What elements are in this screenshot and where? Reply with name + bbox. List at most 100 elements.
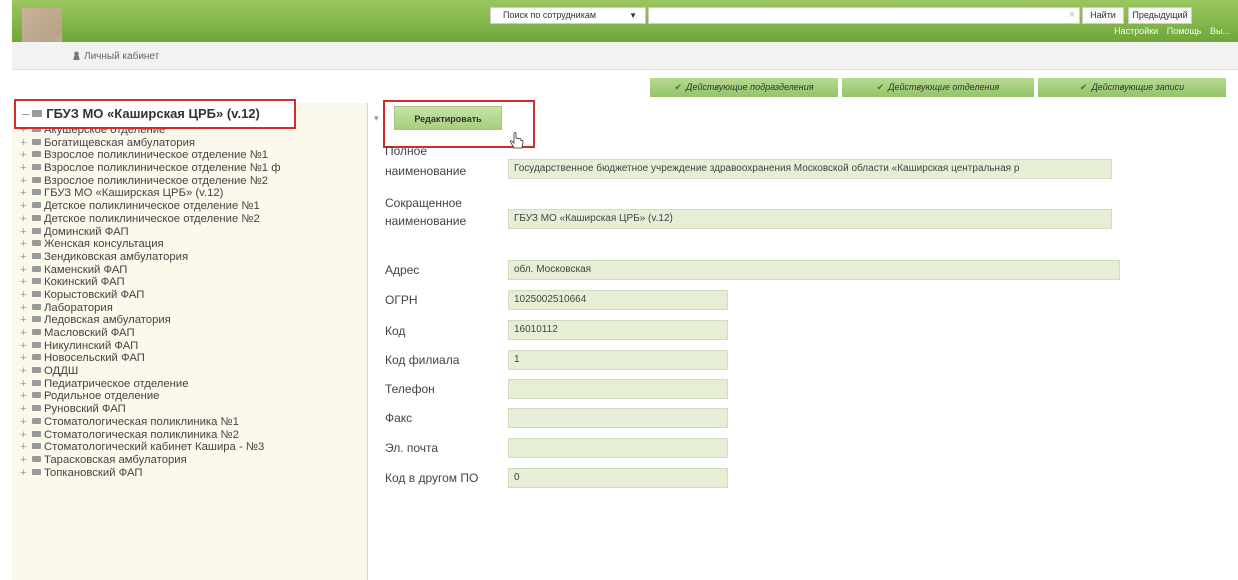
tree-item[interactable]: + Женская консультация [20, 238, 281, 251]
previous-button[interactable]: Предыдущий [1128, 7, 1192, 24]
find-button[interactable]: Найти [1082, 7, 1124, 24]
expand-icon[interactable]: + [20, 352, 32, 365]
clear-icon[interactable]: × [1069, 9, 1075, 21]
phone-field[interactable] [508, 379, 728, 399]
expand-icon[interactable]: + [20, 251, 32, 264]
tree-item[interactable]: + Зендиковская амбулатория [20, 251, 281, 264]
other-code-field[interactable]: 0 [508, 468, 728, 488]
tree-item-label: Стоматологическая поликлиника №2 [44, 428, 239, 441]
tree-item[interactable]: + Взрослое поликлиническое отделение №2 [20, 175, 281, 188]
expand-icon[interactable]: + [20, 162, 32, 175]
scroll-arrow-icon[interactable]: ▾ [374, 113, 379, 124]
tree-item[interactable]: + Стоматологическая поликлиника №1 [20, 416, 281, 429]
expand-icon[interactable]: + [20, 365, 32, 378]
expand-icon[interactable]: + [20, 340, 32, 353]
ogrn-field[interactable]: 1025002510664 [508, 290, 728, 310]
short-name-label-2: наименование [385, 214, 467, 228]
expand-icon[interactable]: + [20, 238, 32, 251]
expand-icon[interactable]: + [20, 276, 32, 289]
check-icon: ✔ [674, 82, 682, 92]
short-name-field[interactable]: ГБУЗ МО «Каширская ЦРБ» (v.12) [508, 209, 1112, 229]
tree-item-label: Зендиковская амбулатория [44, 250, 189, 263]
tree-item[interactable]: + Педиатрическое отделение [20, 378, 281, 391]
phone-label: Телефон [385, 382, 435, 396]
personal-cabinet-link[interactable]: Личный кабинет [72, 51, 159, 62]
edit-button[interactable]: Редактировать [394, 106, 502, 130]
tree-item-label: Взрослое поликлиническое отделение №2 [44, 174, 269, 187]
expand-icon[interactable]: + [20, 429, 32, 442]
tree-item[interactable]: + Богатищевская амбулатория [20, 137, 281, 150]
tree-item[interactable]: + Стоматологический кабинет Кашира - №3 [20, 441, 281, 454]
logout-link[interactable]: Вы... [1210, 26, 1230, 36]
check-icon: ✔ [876, 82, 885, 92]
expand-icon[interactable]: + [20, 226, 32, 239]
active-subdivisions-filter[interactable]: ✔ Действующие подразделения [650, 78, 838, 97]
expand-icon[interactable]: + [20, 454, 32, 467]
search-mode-select[interactable]: Поиск по сотрудникам ▼ [490, 7, 646, 24]
search-input[interactable]: × [648, 7, 1080, 24]
tree-item[interactable]: + Ледовская амбулатория [20, 314, 281, 327]
expand-icon[interactable]: + [20, 175, 32, 188]
tree-item[interactable]: + Руновский ФАП [20, 403, 281, 416]
search-mode-label: Поиск по сотрудникам [503, 10, 597, 20]
tree-item[interactable]: + Корыстовский ФАП [20, 289, 281, 302]
email-field[interactable] [508, 438, 728, 458]
folder-icon [32, 164, 41, 171]
expand-icon[interactable]: + [20, 200, 32, 213]
hand-cursor-icon [510, 132, 524, 149]
folder-icon [32, 252, 41, 259]
tree-item-label: Руновский ФАП [44, 403, 126, 416]
tree-item[interactable]: + ОДДШ [20, 365, 281, 378]
tree-item[interactable]: + Доминский ФАП [20, 226, 281, 239]
expand-icon[interactable]: + [20, 149, 32, 162]
tree-item[interactable]: + Тарасковская амбулатория [20, 454, 281, 467]
folder-icon [32, 138, 41, 145]
expand-icon[interactable]: + [20, 403, 32, 416]
tree-item[interactable]: + Взрослое поликлиническое отделение №1 [20, 149, 281, 162]
active-departments-filter[interactable]: ✔ Действующие отделения [842, 78, 1034, 97]
tree-item[interactable]: + Взрослое поликлиническое отделение №1 ф [20, 162, 281, 175]
expand-icon[interactable]: + [20, 441, 32, 454]
tree-item[interactable]: + Никулинский ФАП [20, 340, 281, 353]
tree-item[interactable]: + Масловский ФАП [20, 327, 281, 340]
expand-icon[interactable]: + [20, 264, 32, 277]
code-field[interactable]: 16010112 [508, 320, 728, 340]
fax-field[interactable] [508, 408, 728, 428]
expand-icon[interactable]: + [20, 327, 32, 340]
expand-icon[interactable]: + [20, 289, 32, 302]
tree-item[interactable]: + Кокинский ФАП [20, 276, 281, 289]
expand-icon[interactable]: + [20, 137, 32, 150]
fax-label: Факс [385, 411, 413, 425]
expand-icon[interactable]: + [20, 390, 32, 403]
expand-icon[interactable]: + [20, 187, 32, 200]
expand-icon[interactable]: + [20, 302, 32, 315]
tree-item[interactable]: + Каменский ФАП [20, 264, 281, 277]
address-field[interactable]: обл. Московская [508, 260, 1120, 280]
tree-root-node[interactable]: – ГБУЗ МО «Каширская ЦРБ» (v.12) [14, 99, 296, 129]
tree-item-label: Топкановский ФАП [44, 466, 143, 479]
tree-item[interactable]: + Детское поликлиническое отделение №2 [20, 213, 281, 226]
tree-item[interactable]: + ГБУЗ МО «Каширская ЦРБ» (v.12) [20, 187, 281, 200]
expand-icon[interactable]: + [20, 416, 32, 429]
tree-item-label: Детское поликлиническое отделение №2 [44, 212, 260, 225]
collapse-icon[interactable]: – [22, 106, 29, 121]
expand-icon[interactable]: + [20, 378, 32, 391]
tree-item[interactable]: + Стоматологическая поликлиника №2 [20, 429, 281, 442]
tree-item-label: ГБУЗ МО «Каширская ЦРБ» (v.12) [44, 187, 224, 200]
active-records-filter[interactable]: ✔ Действующие записи [1038, 78, 1226, 97]
full-name-field[interactable]: Государственное бюджетное учреждение здр… [508, 159, 1112, 179]
tree-item[interactable]: + Родильное отделение [20, 390, 281, 403]
tree-item-label: Стоматологический кабинет Кашира - №3 [44, 441, 265, 454]
tree-item[interactable]: + Детское поликлиническое отделение №1 [20, 200, 281, 213]
folder-icon [32, 329, 41, 335]
expand-icon[interactable]: + [20, 467, 32, 480]
branch-code-field[interactable]: 1 [508, 350, 728, 370]
settings-link[interactable]: Настройки [1114, 26, 1158, 36]
tree-item[interactable]: + Топкановский ФАП [20, 467, 281, 480]
expand-icon[interactable]: + [20, 314, 32, 327]
tree-item[interactable]: + Новосельский ФАП [20, 352, 281, 365]
tree-item[interactable]: + Лаборатория [20, 302, 281, 315]
help-link[interactable]: Помощь [1167, 26, 1202, 36]
person-icon [72, 51, 81, 60]
expand-icon[interactable]: + [20, 213, 32, 226]
